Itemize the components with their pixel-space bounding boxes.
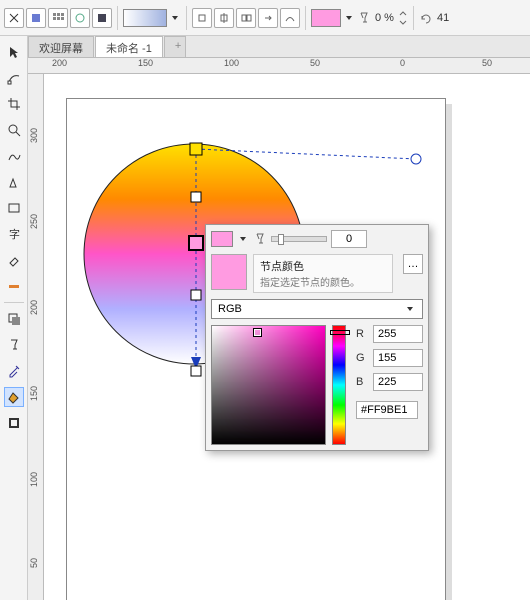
more-options-button[interactable]: … [403,254,423,274]
hue-cursor[interactable] [330,330,350,335]
r-input[interactable]: 255 [373,325,423,343]
rotate-value[interactable]: 41 [437,12,449,24]
popup-swatch-caret[interactable] [240,237,246,241]
node-color-dropdown-caret[interactable] [346,16,352,20]
gradient-dropdown-caret[interactable] [172,16,178,20]
g-input[interactable]: 155 [373,349,423,367]
big-color-swatch [211,254,247,290]
dropper-tool[interactable] [4,276,24,296]
repeat-none-button[interactable] [192,8,212,28]
transparency-value-input[interactable]: 0 [331,230,367,248]
ruler-v-tick: 100 [29,472,39,487]
top-toolbar: 0 % 41 [0,0,530,36]
slider-knob[interactable] [278,234,284,245]
shape-edit-tool[interactable] [4,68,24,88]
ruler-h-tick: 100 [224,58,239,68]
sv-cursor[interactable] [254,329,261,336]
ruler-horizontal: 200 150 100 50 0 50 [28,58,530,74]
pen-tool[interactable] [4,172,24,192]
g-label: G [356,352,367,364]
smooth-button[interactable] [280,8,300,28]
ruler-h-tick: 150 [138,58,153,68]
gradient-node[interactable] [191,290,201,300]
ruler-vertical: 300 250 200 150 100 50 [28,74,44,600]
repeat-direct-button[interactable] [236,8,256,28]
tab-add[interactable]: + [164,36,186,57]
color-model-caret [407,307,413,311]
color-model-select[interactable]: RGB [211,299,423,319]
reverse-button[interactable] [258,8,278,28]
ruler-h-tick: 50 [482,58,492,68]
freehand-tool[interactable] [4,146,24,166]
hex-input[interactable]: #FF9BE1 [356,401,418,419]
popup-swatch[interactable] [211,231,233,247]
gradient-node-selected[interactable] [189,236,203,250]
outline-tool[interactable] [4,413,24,433]
wineglass-icon [357,11,371,25]
saturation-value-field[interactable] [211,325,326,445]
divider-tool [4,302,24,303]
rotate-icon [419,11,433,25]
repeat-reflect-button[interactable] [214,8,234,28]
ruler-v-tick: 300 [29,128,39,143]
wineglass-icon [253,232,267,246]
ruler-v-tick: 50 [29,558,39,568]
text-tool[interactable]: 字 [4,224,24,244]
tab-document[interactable]: 未命名 -1 [95,36,163,57]
shadow-tool[interactable] [4,309,24,329]
b-label: B [356,376,367,388]
color-model-value: RGB [218,303,242,315]
node-color-swatch[interactable] [311,9,341,27]
ruler-v-tick: 250 [29,214,39,229]
r-label: R [356,328,367,340]
rgb-inputs: R 255 G 155 B 225 #FF9BE1 [356,325,423,445]
gradient-preview[interactable] [123,9,167,27]
opacity-spinner-icon[interactable] [398,11,408,25]
popup-title: 节点颜色 [260,258,386,274]
gradient-grid-button[interactable] [48,8,68,28]
opacity-value[interactable]: 0 % [375,12,394,24]
node-description: 节点颜色 指定选定节点的颜色。 [253,254,393,293]
svg-text:字: 字 [9,227,20,241]
node-color-popup: 0 节点颜色 指定选定节点的颜色。 … RGB R 255 G 155 [205,224,429,451]
pointer-tool[interactable] [4,42,24,62]
ruler-h-tick: 50 [310,58,320,68]
ruler-v-tick: 200 [29,300,39,315]
gradient-type-radial-button[interactable] [26,8,46,28]
eraser-tool[interactable] [4,250,24,270]
ruler-v-tick: 150 [29,386,39,401]
ruler-h-tick: 0 [400,58,405,68]
fill-tool[interactable] [4,387,24,407]
tab-welcome[interactable]: 欢迎屏幕 [28,36,94,57]
eyedropper-tool[interactable] [4,361,24,381]
gradient-swirl-button[interactable] [70,8,90,28]
gradient-end-node[interactable] [191,366,201,376]
side-toolbox: 字 [0,36,28,600]
crop-tool[interactable] [4,94,24,114]
gradient-mesh-button[interactable] [92,8,112,28]
zoom-tool[interactable] [4,120,24,140]
gradient-angle-handle[interactable] [411,154,421,164]
gradient-type-linear-button[interactable] [4,8,24,28]
gradient-node[interactable] [191,192,201,202]
transparency-slider[interactable] [271,236,327,242]
transparency-tool[interactable] [4,335,24,355]
document-tabs: 欢迎屏幕 未命名 -1 + [0,36,530,58]
b-input[interactable]: 225 [373,373,423,391]
ruler-h-tick: 200 [52,58,67,68]
rect-tool[interactable] [4,198,24,218]
hue-strip[interactable] [332,325,346,445]
gradient-start-node[interactable] [190,143,202,155]
popup-subtitle: 指定选定节点的颜色。 [260,274,386,289]
